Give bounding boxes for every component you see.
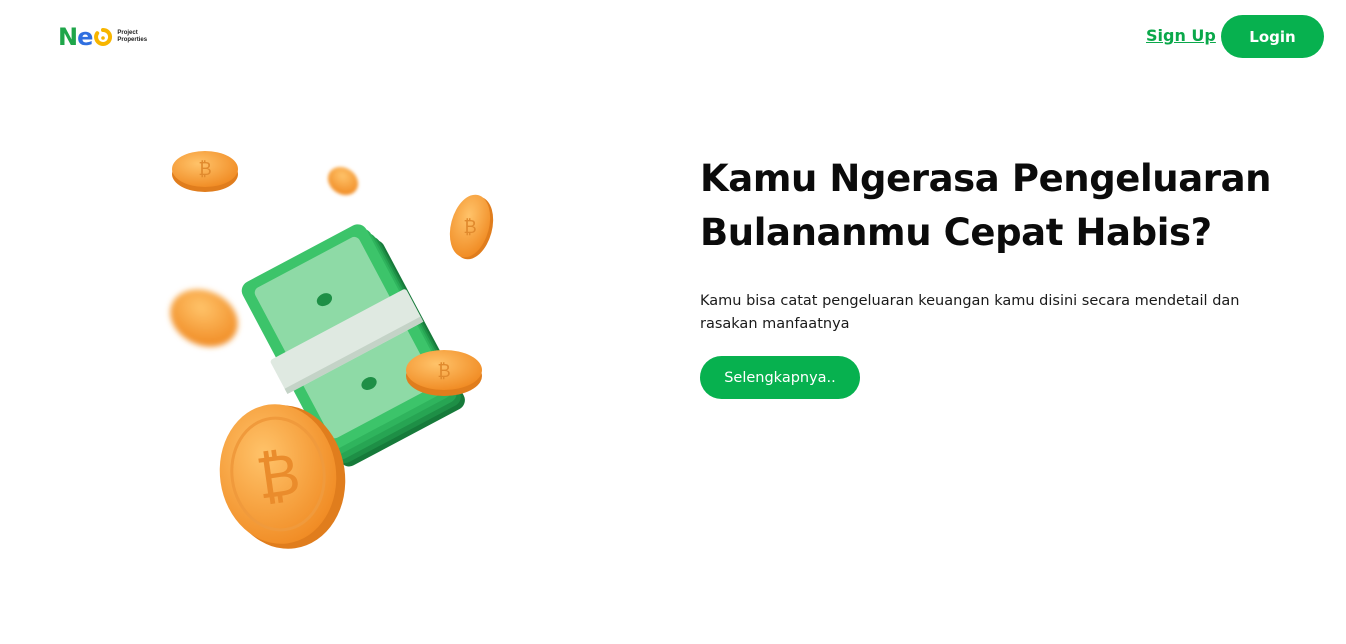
logo-wordmark: Ne [58, 23, 93, 51]
logo-letter-n: N [58, 23, 78, 51]
coin-on-cash-icon: ₿ [406, 350, 482, 396]
coin-small-blurred-icon [327, 166, 359, 196]
svg-text:₿: ₿ [198, 159, 211, 180]
hero-headline: Kamu Ngerasa Pengeluaran Bulananmu Cepat… [700, 152, 1320, 260]
coin-left-blurred-icon [170, 289, 238, 347]
hero-description-line2: rasakan manfaatnya [700, 316, 850, 332]
hero-description: Kamu bisa catat pengeluaran keuangan kam… [700, 290, 1290, 336]
logo-subtitle-line1: Project [117, 30, 138, 36]
login-button[interactable]: Login [1221, 15, 1324, 58]
coin-top-left-icon: ₿ [172, 151, 238, 192]
svg-text:₿: ₿ [437, 361, 450, 382]
logo-power-o-icon [94, 27, 113, 46]
hero-headline-line2: Bulananmu Cepat Habis? [700, 211, 1212, 254]
money-and-coins-illustration: ₿ ₿ ₿ ₿ [170, 151, 494, 549]
logo-subtitle: Project Properties [117, 30, 147, 44]
signup-link[interactable]: Sign Up [1146, 26, 1216, 45]
read-more-button[interactable]: Selengkapnya.. [700, 356, 860, 399]
logo-subtitle-line2: Properties [117, 37, 148, 43]
brand-logo[interactable]: Ne Project Properties [58, 24, 147, 50]
svg-text:₿: ₿ [463, 217, 476, 238]
logo-letter-e: e [77, 23, 93, 51]
coin-right-vertical-icon: ₿ [449, 194, 494, 260]
navbar: Ne Project Properties Sign Up Login [0, 0, 1346, 74]
hero-description-line1: Kamu bisa catat pengeluaran keuangan kam… [700, 293, 1240, 309]
hero-headline-line1: Kamu Ngerasa Pengeluaran [700, 157, 1272, 200]
